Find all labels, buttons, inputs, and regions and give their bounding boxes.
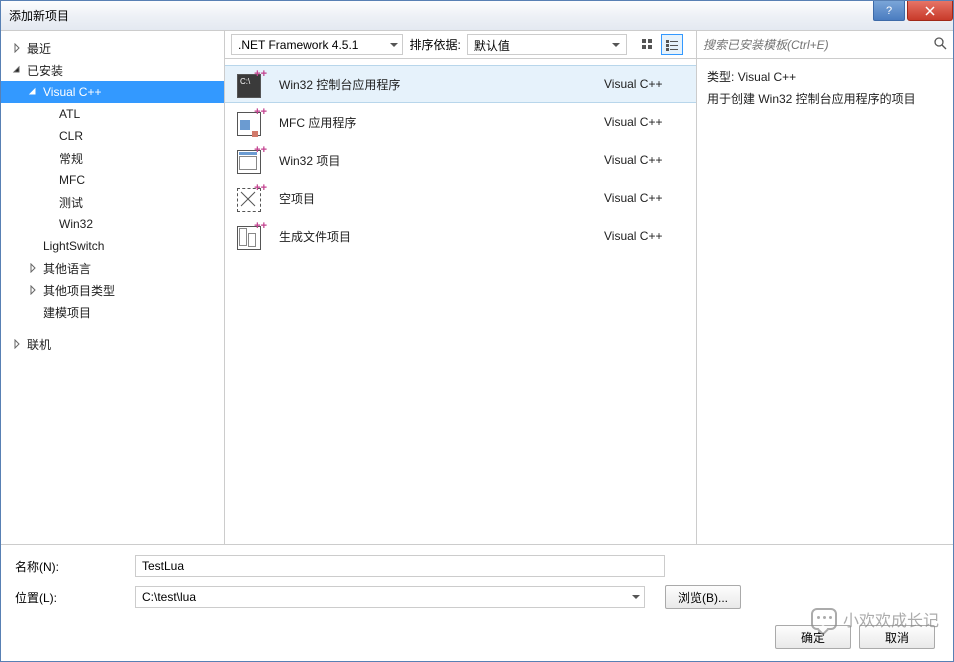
name-label: 名称(N):	[15, 558, 135, 575]
sort-value: 默认值	[474, 39, 510, 53]
main-area: 最近已安装 Visual C++ ATL CLR 常规 MFC 测试 Win32 LightSw…	[1, 31, 953, 545]
chevron-down-icon	[632, 595, 640, 603]
center-pane: .NET Framework 4.5.1 排序依据: 默认值 C:\++ Win3…	[225, 31, 697, 544]
framework-value: .NET Framework 4.5.1	[238, 38, 358, 52]
chevron-right-icon	[27, 262, 39, 274]
sidebar-item-label: 其他语言	[43, 260, 91, 277]
template-lang: Visual C++	[604, 115, 684, 129]
template-item-3[interactable]: ++ 空项目Visual C++	[225, 179, 696, 217]
sidebar-item-4[interactable]: CLR	[1, 125, 224, 147]
close-icon	[925, 6, 935, 16]
chevron-down-icon	[11, 64, 23, 76]
template-icon: ++	[237, 108, 265, 136]
template-list: C:\++Win32 控制台应用程序Visual C++++MFC 应用程序Vi…	[225, 59, 696, 544]
location-label: 位置(L):	[15, 589, 135, 606]
list-small-icon	[665, 38, 679, 52]
type-label: 类型:	[707, 70, 734, 84]
chevron-right-icon	[11, 42, 23, 54]
name-input[interactable]	[135, 555, 665, 577]
template-item-4[interactable]: ++ 生成文件项目Visual C++	[225, 217, 696, 255]
sidebar-item-label: 常规	[59, 150, 83, 167]
template-icon: ++	[237, 146, 265, 174]
description-area: 类型: Visual C++ 用于创建 Win32 控制台应用程序的项目	[697, 59, 953, 118]
sidebar-item-10[interactable]: 其他语言	[1, 257, 224, 279]
grid-medium-icon	[641, 38, 655, 52]
sidebar-item-0[interactable]: 最近	[1, 37, 224, 59]
right-pane: 类型: Visual C++ 用于创建 Win32 控制台应用程序的项目	[697, 31, 953, 544]
view-medium-button[interactable]	[637, 34, 659, 55]
toolbar: .NET Framework 4.5.1 排序依据: 默认值	[225, 31, 696, 59]
sidebar-item-6[interactable]: MFC	[1, 169, 224, 191]
location-row: 位置(L): C:\test\lua 浏览(B)...	[15, 585, 939, 609]
search-icon[interactable]	[933, 36, 947, 53]
sidebar-item-8[interactable]: Win32	[1, 213, 224, 235]
sidebar-item-7[interactable]: 测试	[1, 191, 224, 213]
template-name: Win32 控制台应用程序	[279, 76, 604, 93]
sidebar-item-label: Visual C++	[43, 85, 101, 99]
sidebar-item-12[interactable]: 建模项目	[1, 301, 224, 323]
bottom-panel: 名称(N): 位置(L): C:\test\lua 浏览(B)... 确定 取消	[1, 545, 953, 661]
template-icon: ++	[237, 184, 265, 212]
sidebar: 最近已安装 Visual C++ ATL CLR 常规 MFC 测试 Win32 LightSw…	[1, 31, 225, 544]
sort-label: 排序依据:	[409, 36, 460, 53]
sidebar-item-11[interactable]: 其他项目类型	[1, 279, 224, 301]
type-value: Visual C++	[738, 70, 796, 84]
search-row	[697, 31, 953, 59]
sidebar-item-1[interactable]: 已安装	[1, 59, 224, 81]
location-value: C:\test\lua	[142, 590, 196, 604]
window-title: 添加新项目	[9, 7, 69, 24]
sidebar-item-label: 测试	[59, 194, 83, 211]
template-icon: ++	[237, 222, 265, 250]
titlebar: 添加新项目 ?	[1, 1, 953, 31]
sidebar-item-9[interactable]: LightSwitch	[1, 235, 224, 257]
sidebar-item-label: ATL	[59, 107, 80, 121]
sidebar-item-label: Win32	[59, 217, 93, 231]
sidebar-item-label: 最近	[27, 40, 51, 57]
sidebar-item-label: MFC	[59, 173, 85, 187]
template-lang: Visual C++	[604, 153, 684, 167]
template-name: Win32 项目	[279, 152, 604, 169]
help-button[interactable]: ?	[873, 1, 905, 21]
template-item-2[interactable]: ++ Win32 项目Visual C++	[225, 141, 696, 179]
framework-dropdown[interactable]: .NET Framework 4.5.1	[231, 34, 403, 55]
template-lang: Visual C++	[604, 191, 684, 205]
cancel-button[interactable]: 取消	[859, 625, 935, 649]
dialog-buttons: 确定 取消	[15, 625, 939, 649]
sidebar-item-label: LightSwitch	[43, 239, 104, 253]
sidebar-item-label: 联机	[27, 336, 51, 353]
template-icon: C:\++	[237, 70, 265, 98]
template-description: 用于创建 Win32 控制台应用程序的项目	[707, 89, 943, 111]
chevron-down-icon	[390, 43, 398, 51]
ok-button[interactable]: 确定	[775, 625, 851, 649]
sidebar-item-5[interactable]: 常规	[1, 147, 224, 169]
dialog-window: 添加新项目 ? 最近已安装 Visual C++ ATL CLR 常规 MFC 测试 Win3…	[0, 0, 954, 662]
chevron-right-icon	[27, 284, 39, 296]
template-lang: Visual C++	[604, 229, 684, 243]
sidebar-item-label: 其他项目类型	[43, 282, 115, 299]
location-dropdown[interactable]: C:\test\lua	[135, 586, 645, 608]
browse-button[interactable]: 浏览(B)...	[665, 585, 741, 609]
view-buttons	[637, 34, 683, 55]
template-lang: Visual C++	[604, 77, 684, 91]
titlebar-buttons: ?	[873, 1, 953, 21]
template-name: 空项目	[279, 190, 604, 207]
sidebar-item-label: 已安装	[27, 62, 63, 79]
name-row: 名称(N):	[15, 555, 939, 577]
sidebar-item-label: 建模项目	[43, 304, 91, 321]
chevron-down-icon	[27, 86, 39, 98]
sidebar-item-2[interactable]: Visual C++	[1, 81, 224, 103]
search-input[interactable]	[703, 38, 933, 52]
sidebar-item-label: CLR	[59, 129, 83, 143]
template-name: 生成文件项目	[279, 228, 604, 245]
template-item-0[interactable]: C:\++ Win32 控制台应用程序Visual C++	[225, 65, 696, 103]
template-item-1[interactable]: ++ MFC 应用程序Visual C++	[225, 103, 696, 141]
sidebar-item-3[interactable]: ATL	[1, 103, 224, 125]
chevron-right-icon	[11, 338, 23, 350]
template-name: MFC 应用程序	[279, 114, 604, 131]
view-small-button[interactable]	[661, 34, 683, 55]
close-button[interactable]	[907, 1, 953, 21]
sort-dropdown[interactable]: 默认值	[467, 34, 627, 55]
sidebar-item-13[interactable]: 联机	[1, 333, 224, 355]
